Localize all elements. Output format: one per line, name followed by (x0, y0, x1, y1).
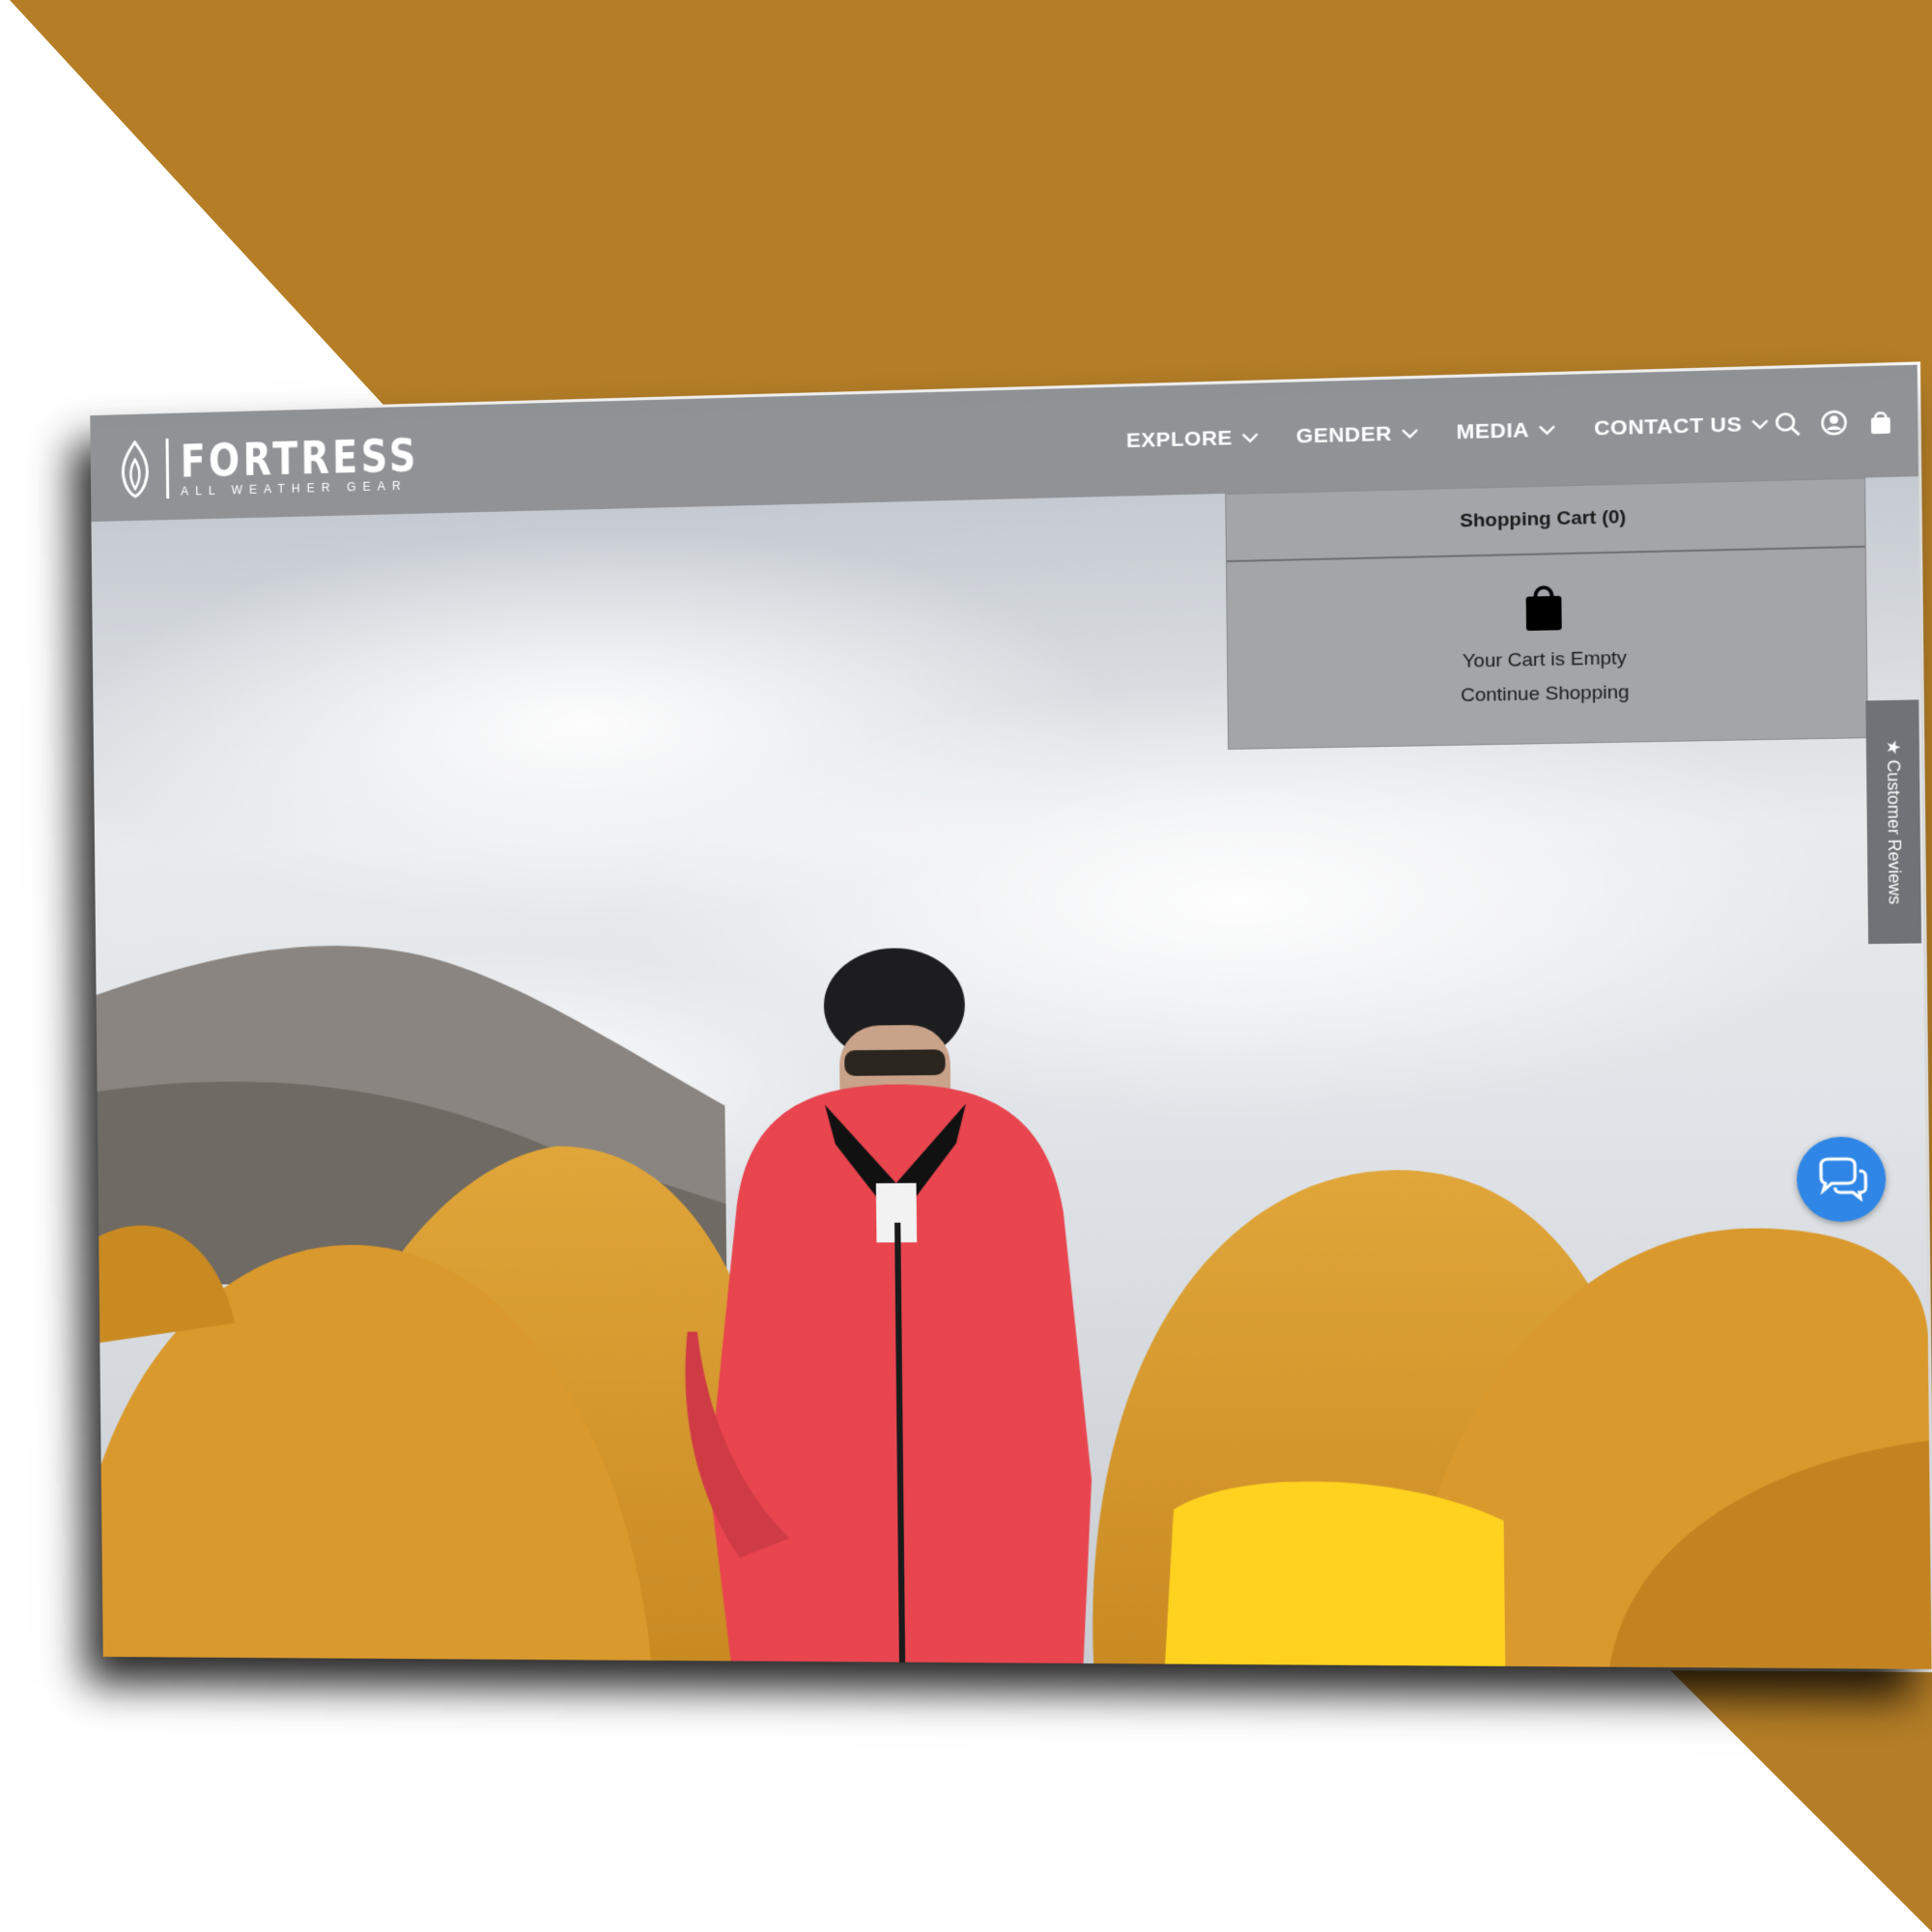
cart-icon[interactable] (1866, 408, 1894, 435)
continue-shopping-link[interactable]: Continue Shopping (1461, 682, 1630, 707)
shopping-bag-icon (1525, 581, 1562, 631)
nav-explore-label: EXPLORE (1125, 426, 1234, 453)
nav-gender[interactable]: GENDER (1296, 422, 1419, 449)
cart-empty-message: Your Cart is Empty (1462, 647, 1628, 672)
nav-media[interactable]: MEDIA (1456, 418, 1556, 445)
flame-logo-icon (121, 440, 149, 498)
chevron-down-icon (1240, 432, 1259, 444)
nav-gender-label: GENDER (1295, 422, 1393, 448)
nav-contact-us-label: CONTACT US (1593, 412, 1743, 440)
chevron-down-icon (1401, 428, 1419, 440)
chat-icon (1814, 1157, 1867, 1202)
site-logo[interactable]: FORTRESS ALL WEATHER GEAR (117, 428, 471, 501)
customer-reviews-tab[interactable]: ★ Customer Reviews (1865, 699, 1922, 945)
chat-button[interactable] (1796, 1136, 1887, 1223)
cart-dropdown: Shopping Cart (0) Your Cart is Empty Con… (1225, 477, 1868, 751)
chevron-down-icon (1538, 424, 1557, 437)
account-icon[interactable] (1820, 410, 1848, 437)
search-icon[interactable] (1774, 411, 1802, 438)
header-icons (1774, 365, 1895, 480)
customer-reviews-label: ★ Customer Reviews (1883, 739, 1906, 905)
nav-contact-us[interactable]: CONTACT US (1594, 412, 1770, 441)
logo-divider (165, 438, 170, 499)
chevron-down-icon (1750, 418, 1770, 431)
nav-media-label: MEDIA (1456, 418, 1530, 444)
main-nav: EXPLORE GENDER MEDIA CONTACT US (1125, 369, 1770, 497)
brand-name: FORTRESS (180, 428, 419, 488)
nav-explore[interactable]: EXPLORE (1126, 426, 1260, 453)
website-screenshot: FORTRESS ALL WEATHER GEAR EXPLORE GENDER… (90, 364, 1932, 1669)
